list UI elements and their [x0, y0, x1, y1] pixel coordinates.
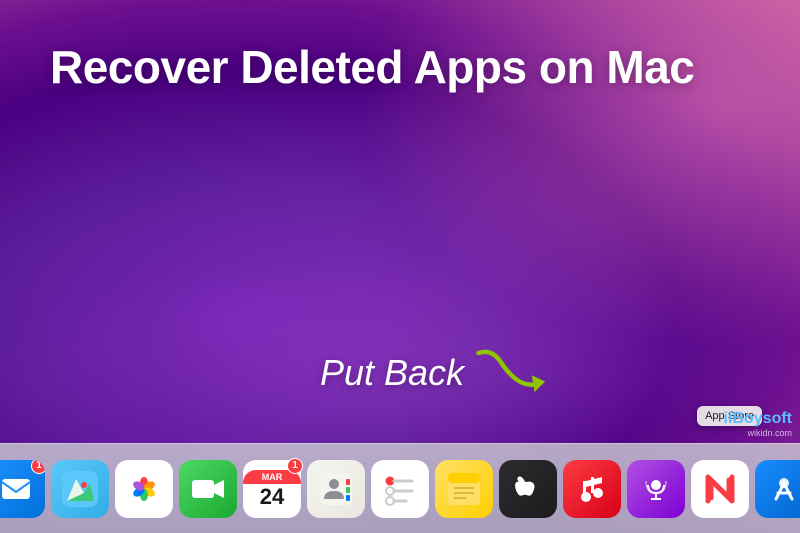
arrow-icon: [474, 343, 554, 403]
dock-icon-maps[interactable]: [51, 460, 109, 518]
contacts-icon: [318, 471, 354, 507]
dock-icon-podcasts[interactable]: [627, 460, 685, 518]
dock-icon-contacts[interactable]: [307, 460, 365, 518]
dock-icon-mail[interactable]: 1: [0, 460, 45, 518]
news-icon: [702, 471, 738, 507]
dock-icon-reminders[interactable]: [371, 460, 429, 518]
mail-icon: [0, 471, 34, 507]
podcasts-icon: [638, 471, 674, 507]
calendar-inner: MAR 24: [243, 470, 301, 508]
maps-icon: [62, 471, 98, 507]
watermark-url: wikidn.com: [747, 428, 792, 438]
appstore-icon: [766, 471, 800, 507]
calendar-badge: 1: [287, 458, 303, 474]
dock: 1: [0, 443, 800, 533]
reminders-icon: [382, 471, 418, 507]
music-icon: [574, 471, 610, 507]
dock-icon-facetime[interactable]: [179, 460, 237, 518]
dock-icon-notes[interactable]: [435, 460, 493, 518]
calendar-day: 24: [260, 486, 284, 508]
watermark: iiBoysoft wikidn.com: [724, 410, 792, 438]
dock-icon-photos[interactable]: [115, 460, 173, 518]
dock-icon-music[interactable]: [563, 460, 621, 518]
notes-icon: [446, 471, 482, 507]
put-back-section: Put Back: [320, 343, 554, 403]
put-back-label: Put Back: [320, 352, 464, 394]
facetime-icon: [190, 471, 226, 507]
watermark-brand: iiBoysoft: [724, 410, 792, 428]
photos-icon: [126, 471, 162, 507]
dock-icon-tv[interactable]: [499, 460, 557, 518]
dock-icon-appstore[interactable]: [755, 460, 800, 518]
mail-badge: 1: [31, 460, 45, 474]
tv-icon: [510, 471, 546, 507]
dock-icon-calendar[interactable]: MAR 24 1: [243, 460, 301, 518]
page-title: Recover Deleted Apps on Mac: [50, 40, 694, 94]
dock-icon-news[interactable]: [691, 460, 749, 518]
